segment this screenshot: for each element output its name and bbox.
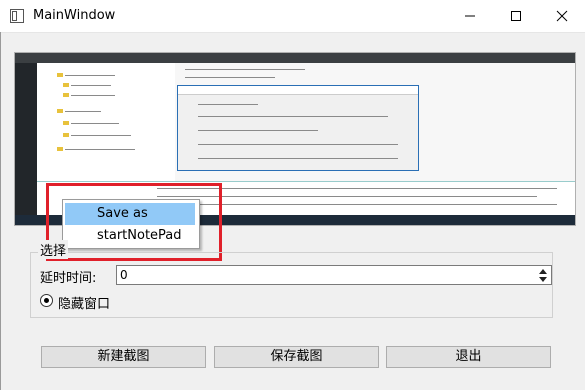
preview-toolbar — [15, 53, 575, 63]
menu-item-start-notepad[interactable]: startNotePad — [65, 225, 195, 247]
context-menu: Save as startNotePad — [62, 199, 200, 249]
menu-item-save-as[interactable]: Save as — [65, 203, 195, 225]
spin-down-icon — [539, 276, 547, 282]
close-button[interactable] — [539, 0, 585, 32]
minimize-button[interactable] — [447, 0, 493, 32]
spin-up-button[interactable] — [536, 267, 550, 275]
close-icon — [556, 10, 568, 22]
maximize-icon — [511, 11, 521, 21]
maximize-button[interactable] — [493, 0, 539, 32]
exit-button[interactable]: 退出 — [386, 346, 551, 368]
delay-value: 0 — [120, 268, 128, 282]
title-bar: MainWindow — [0, 0, 585, 33]
delay-spinbox[interactable]: 0 — [116, 265, 552, 285]
hide-window-label[interactable]: 隐藏窗口 — [58, 293, 110, 312]
spin-up-icon — [539, 268, 547, 274]
preview-dialog — [177, 85, 419, 171]
spin-down-button[interactable] — [536, 275, 550, 283]
window-title: MainWindow — [33, 8, 116, 23]
save-screenshot-button[interactable]: 保存截图 — [214, 346, 379, 368]
app-icon — [10, 9, 24, 23]
minimize-icon — [465, 15, 475, 17]
hide-window-radio[interactable] — [40, 294, 53, 307]
window-edge — [0, 32, 1, 390]
new-screenshot-button[interactable]: 新建截图 — [41, 346, 206, 368]
preview-sidebar — [15, 63, 37, 215]
delay-label: 延时时间: — [40, 271, 97, 286]
group-title: 选择 — [38, 240, 69, 259]
